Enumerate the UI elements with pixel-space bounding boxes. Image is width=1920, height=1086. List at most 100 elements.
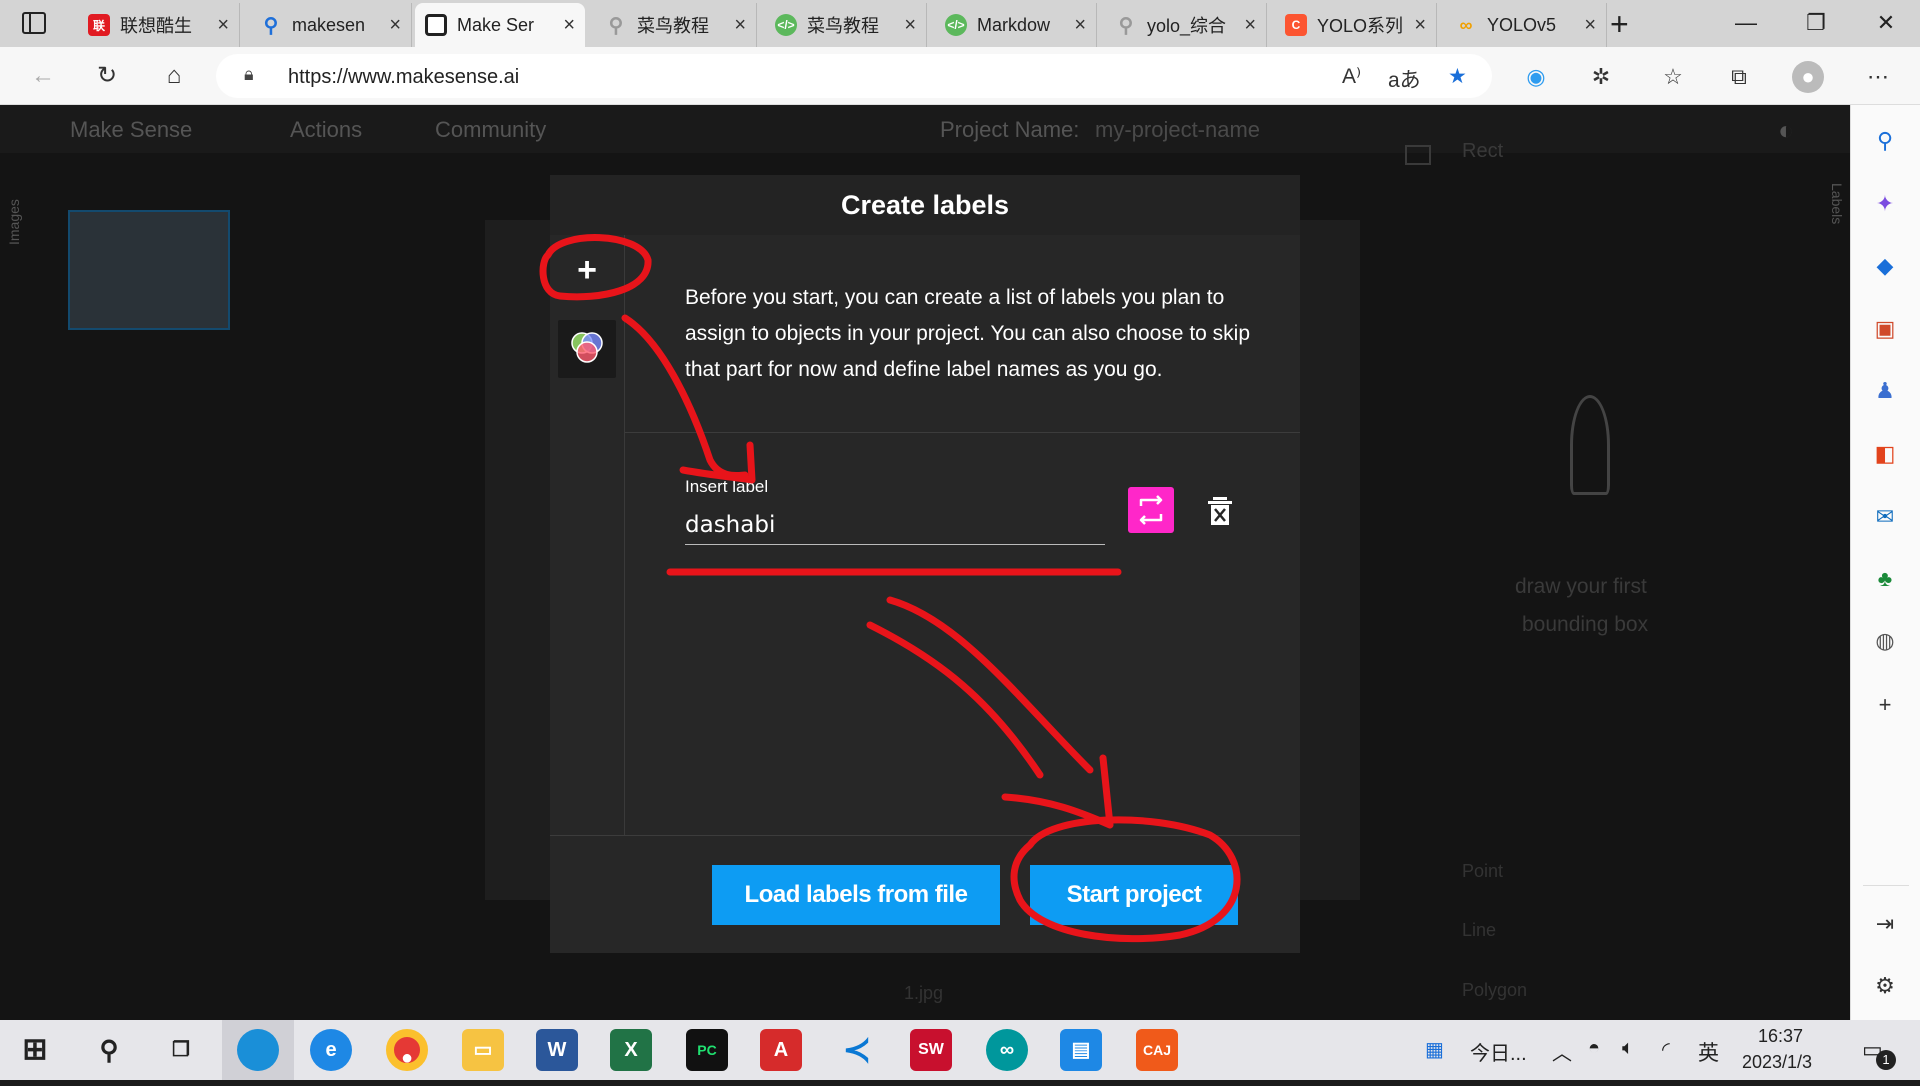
modal-footer-divider bbox=[550, 835, 1300, 836]
extensions-icon[interactable]: ✲ bbox=[1585, 61, 1617, 93]
link-icon: ∞ bbox=[1459, 14, 1473, 35]
browser-tab[interactable]: </> Markdow × bbox=[935, 3, 1097, 47]
label-name-input[interactable] bbox=[685, 505, 1105, 545]
tray-chevron-icon[interactable]: ︿ bbox=[1552, 1037, 1572, 1066]
rect-section-label[interactable]: Rect bbox=[1462, 140, 1503, 163]
browser-tab[interactable]: </> 菜鸟教程 × bbox=[765, 3, 927, 47]
restore-icon[interactable]: ❐ bbox=[1796, 8, 1836, 38]
close-tab-icon[interactable]: × bbox=[1414, 14, 1426, 37]
shopping-tag-icon[interactable]: ◆ bbox=[1869, 250, 1901, 282]
start-project-button[interactable]: Start project bbox=[1030, 865, 1238, 925]
word-app-icon[interactable]: W bbox=[536, 1029, 578, 1071]
acrobat-app-icon[interactable]: A bbox=[760, 1029, 802, 1071]
vscode-app-icon[interactable]: ≺ bbox=[836, 1029, 878, 1071]
outlook-icon[interactable]: ✉ bbox=[1869, 501, 1901, 533]
home-icon[interactable]: ⌂ bbox=[157, 60, 191, 92]
close-window-icon[interactable]: ✕ bbox=[1866, 8, 1906, 38]
add-icon[interactable]: + bbox=[1869, 689, 1901, 721]
settings-gear-icon[interactable]: ⚙ bbox=[1869, 970, 1901, 1002]
back-icon[interactable]: ← bbox=[26, 60, 60, 92]
office-icon[interactable]: ◧ bbox=[1869, 438, 1901, 470]
delete-label-icon[interactable] bbox=[1205, 495, 1235, 527]
widget-text[interactable]: 今日... bbox=[1470, 1037, 1527, 1066]
ie-app-icon[interactable]: e bbox=[310, 1029, 352, 1071]
hide-sidebar-icon[interactable]: ⇥ bbox=[1869, 908, 1901, 940]
tree-icon[interactable]: ♣ bbox=[1869, 563, 1901, 595]
browser-tab[interactable]: ⚲ 菜鸟教程 × bbox=[595, 3, 757, 47]
close-tab-icon[interactable]: × bbox=[904, 14, 916, 37]
favorite-star-icon[interactable]: ★ bbox=[1448, 64, 1467, 89]
browser-tab-active[interactable]: Make Ser × bbox=[415, 3, 585, 47]
clock-date[interactable]: 2023/1/3 bbox=[1742, 1052, 1812, 1073]
empty-hint-line1: draw your first bbox=[1515, 575, 1647, 598]
browser-tab[interactable]: ⚲ yolo_综合 × bbox=[1105, 3, 1267, 47]
games-icon[interactable]: ♟ bbox=[1869, 375, 1901, 407]
polygon-section-label[interactable]: Polygon bbox=[1462, 980, 1527, 1001]
solidworks-app-icon[interactable]: SW bbox=[910, 1029, 952, 1071]
browser-tab[interactable]: 联 联想酷生 × bbox=[78, 3, 240, 47]
labels-side-tab[interactable]: Labels bbox=[1829, 183, 1845, 224]
images-side-tab[interactable]: Images bbox=[6, 199, 22, 245]
close-tab-icon[interactable]: × bbox=[734, 14, 746, 37]
github-icon[interactable]: ◐ bbox=[1778, 115, 1794, 146]
close-tab-icon[interactable]: × bbox=[217, 14, 229, 37]
web-icon[interactable]: ◍ bbox=[1869, 625, 1901, 657]
browser-tab[interactable]: ∞ YOLOv5 × bbox=[1445, 3, 1607, 47]
widgets-icon[interactable]: ▦ bbox=[1425, 1037, 1444, 1062]
close-tab-icon[interactable]: × bbox=[1244, 14, 1256, 37]
collections-icon[interactable]: ⧉ bbox=[1723, 61, 1755, 93]
network-icon[interactable]: ◜ bbox=[1662, 1037, 1670, 1062]
community-menu[interactable]: Community bbox=[435, 117, 546, 143]
close-tab-icon[interactable]: × bbox=[1074, 14, 1086, 37]
project-name-input[interactable]: my-project-name bbox=[1095, 117, 1260, 143]
minimize-icon[interactable]: — bbox=[1726, 8, 1766, 38]
refresh-icon[interactable]: ↻ bbox=[90, 60, 124, 92]
tab-actions-icon[interactable] bbox=[22, 12, 46, 34]
caj-app-icon[interactable]: CAJ bbox=[1136, 1029, 1178, 1071]
extension-shield-icon[interactable]: ◉ bbox=[1520, 61, 1552, 93]
edge-app-icon[interactable] bbox=[222, 1020, 294, 1080]
modal-description: Before you start, you can create a list … bbox=[685, 286, 1251, 381]
app-logo[interactable]: Make Sense bbox=[70, 117, 192, 143]
qq-tray-icon[interactable]: ◓ bbox=[1588, 1037, 1600, 1060]
image-thumbnail[interactable] bbox=[68, 210, 230, 330]
more-menu-icon[interactable]: ⋯ bbox=[1862, 61, 1894, 93]
close-tab-icon[interactable]: × bbox=[563, 14, 575, 37]
search-icon[interactable]: ⚲ bbox=[88, 1029, 130, 1071]
change-color-button[interactable] bbox=[1128, 487, 1174, 533]
url-text[interactable]: https://www.makesense.ai bbox=[288, 66, 519, 89]
modal-left-toolbar: + bbox=[550, 235, 625, 835]
close-tab-icon[interactable]: × bbox=[1584, 14, 1596, 37]
new-tab-button[interactable]: + bbox=[1610, 6, 1629, 43]
point-section-label[interactable]: Point bbox=[1462, 861, 1503, 882]
browser-tab[interactable]: C YOLO系列 × bbox=[1275, 3, 1437, 47]
search-icon[interactable]: ⚲ bbox=[1869, 125, 1901, 157]
read-aloud-icon[interactable]: A⁾ bbox=[1342, 64, 1361, 89]
lock-icon[interactable]: 🔒︎ bbox=[244, 64, 254, 85]
line-section-label[interactable]: Line bbox=[1462, 920, 1496, 941]
task-view-icon[interactable]: ❐ bbox=[160, 1029, 202, 1071]
actions-menu[interactable]: Actions bbox=[290, 117, 362, 143]
ime-indicator[interactable]: 英 bbox=[1698, 1037, 1719, 1067]
color-palette-button[interactable] bbox=[558, 320, 616, 378]
calendar-app-icon[interactable]: ▤ bbox=[1060, 1029, 1102, 1071]
file-explorer-icon[interactable]: ▭ bbox=[462, 1029, 504, 1071]
load-labels-button[interactable]: Load labels from file bbox=[712, 865, 1000, 925]
edge-sidebar: ⚲ ✦ ◆ ▣ ♟ ◧ ✉ ♣ ◍ + ⇥ ⚙ bbox=[1850, 105, 1920, 1020]
clock-time[interactable]: 16:37 bbox=[1758, 1026, 1803, 1047]
browser-tab[interactable]: ⚲ makesen × bbox=[250, 3, 412, 47]
favorites-icon[interactable]: ☆ bbox=[1657, 61, 1689, 93]
pycharm-app-icon[interactable]: PC bbox=[686, 1029, 728, 1071]
arduino-app-icon[interactable]: ∞ bbox=[986, 1029, 1028, 1071]
address-bar[interactable]: 🔒︎ https://www.makesense.ai A⁾ aあ ★ bbox=[216, 54, 1492, 98]
close-tab-icon[interactable]: × bbox=[389, 14, 401, 37]
discover-icon[interactable]: ✦ bbox=[1869, 188, 1901, 220]
chrome-app-icon[interactable]: ● bbox=[386, 1029, 428, 1071]
translate-icon[interactable]: aあ bbox=[1388, 64, 1421, 94]
volume-icon[interactable]: 🔈︎ bbox=[1622, 1037, 1634, 1060]
profile-avatar[interactable]: ● bbox=[1792, 61, 1824, 93]
tools-icon[interactable]: ▣ bbox=[1869, 313, 1901, 345]
windows-start-icon[interactable]: ⊞ bbox=[14, 1029, 56, 1071]
excel-app-icon[interactable]: X bbox=[610, 1029, 652, 1071]
add-label-button[interactable]: + bbox=[570, 253, 604, 287]
